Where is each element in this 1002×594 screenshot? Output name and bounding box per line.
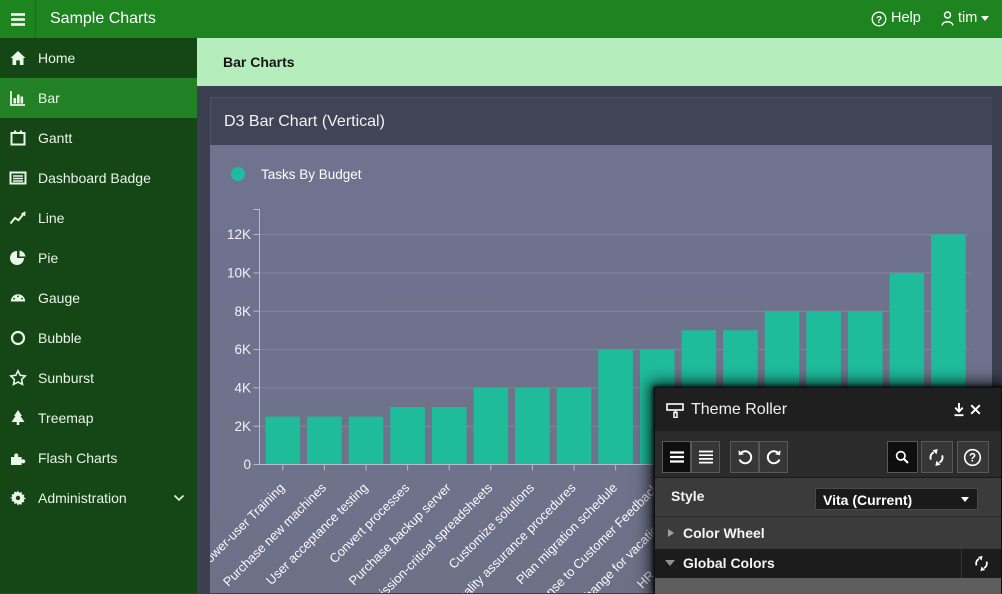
svg-text:2K: 2K	[234, 419, 251, 434]
svg-text:12K: 12K	[227, 227, 251, 242]
svg-text:?: ?	[969, 453, 976, 465]
svg-text:8K: 8K	[234, 304, 251, 319]
svg-text:0: 0	[243, 457, 251, 472]
svg-text:10K: 10K	[227, 266, 251, 281]
svg-text:?: ?	[876, 15, 882, 26]
svg-text:6K: 6K	[234, 342, 251, 357]
svg-text:4K: 4K	[234, 380, 251, 395]
